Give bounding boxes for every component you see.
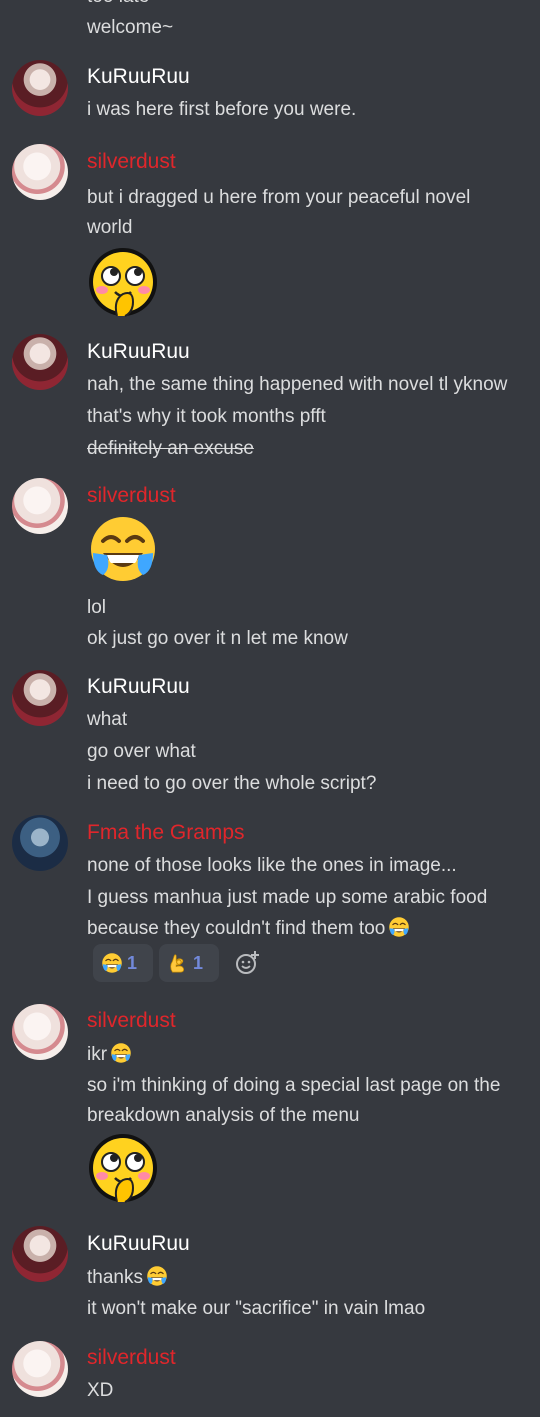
message-line: go over what: [87, 741, 196, 762]
author-name[interactable]: KuRuuRuu: [87, 674, 190, 700]
message-line: what: [87, 709, 128, 730]
reaction-count: 1: [193, 952, 204, 973]
avatar-kuruuruu[interactable]: [12, 60, 68, 116]
message-line: nah, the same thing happened with novel …: [87, 374, 508, 395]
author-name[interactable]: silverdust: [87, 1345, 176, 1371]
message-line: breakdown analysis of the menu: [87, 1105, 360, 1126]
avatar-kuruuruu[interactable]: [12, 1226, 68, 1282]
reaction-ok-hand[interactable]: 1: [159, 944, 219, 982]
avatar-silverdust[interactable]: [12, 1341, 68, 1397]
ok-hand-emoji: [167, 952, 189, 974]
smug-blush-emoji[interactable]: [87, 1132, 159, 1204]
message-line: but i dragged u here from your peaceful …: [87, 187, 471, 208]
message-line: it won't make our "sacrifice" in vain lm…: [87, 1298, 426, 1319]
strikethrough-line: definitely an excuse: [87, 438, 254, 459]
message-line: world: [87, 217, 133, 238]
author-name[interactable]: silverdust: [87, 149, 176, 175]
message-line: ikr: [87, 1042, 132, 1067]
tears-of-joy-emoji[interactable]: [110, 1042, 132, 1064]
author-name[interactable]: Fma the Gramps: [87, 820, 245, 846]
author-name[interactable]: KuRuuRuu: [87, 1231, 190, 1257]
message-text: because they couldn't find them too: [87, 918, 386, 939]
tears-of-joy-emoji[interactable]: [87, 513, 159, 585]
message-line: lol: [87, 597, 107, 618]
author-name[interactable]: silverdust: [87, 1008, 176, 1034]
message-line: thanks: [87, 1265, 168, 1290]
message-line: XD: [87, 1380, 114, 1401]
message-line: i was here first before you were.: [87, 99, 357, 120]
reaction-tears-of-joy[interactable]: 1: [93, 944, 153, 982]
avatar-silverdust[interactable]: [12, 144, 68, 200]
avatar-silverdust[interactable]: [12, 1004, 68, 1060]
message-line: too late: [87, 0, 149, 9]
message-text: ikr: [87, 1044, 108, 1065]
reaction-count: 1: [127, 952, 138, 973]
author-name[interactable]: silverdust: [87, 483, 176, 509]
author-name[interactable]: KuRuuRuu: [87, 339, 190, 365]
message-line: because they couldn't find them too: [87, 916, 410, 941]
message-line: i need to go over the whole script?: [87, 773, 377, 794]
avatar-silverdust[interactable]: [12, 478, 68, 534]
smug-blush-emoji[interactable]: [87, 246, 159, 318]
message-text: thanks: [87, 1267, 143, 1288]
message-line: that's why it took months pfft: [87, 406, 326, 427]
tears-of-joy-emoji[interactable]: [146, 1265, 168, 1287]
tears-of-joy-emoji[interactable]: [388, 916, 410, 938]
avatar-fma-the-gramps[interactable]: [12, 815, 68, 871]
message-line: ok just go over it n let me know: [87, 628, 348, 649]
add-reaction-icon[interactable]: [234, 950, 260, 976]
author-name[interactable]: KuRuuRuu: [87, 64, 190, 90]
avatar-kuruuruu[interactable]: [12, 334, 68, 390]
message-line: I guess manhua just made up some arabic …: [87, 887, 488, 908]
message-line: so i'm thinking of doing a special last …: [87, 1075, 501, 1096]
tears-of-joy-emoji: [101, 952, 123, 974]
avatar-kuruuruu[interactable]: [12, 670, 68, 726]
message-line: welcome~: [87, 17, 174, 38]
message-line: none of those looks like the ones in ima…: [87, 855, 457, 876]
